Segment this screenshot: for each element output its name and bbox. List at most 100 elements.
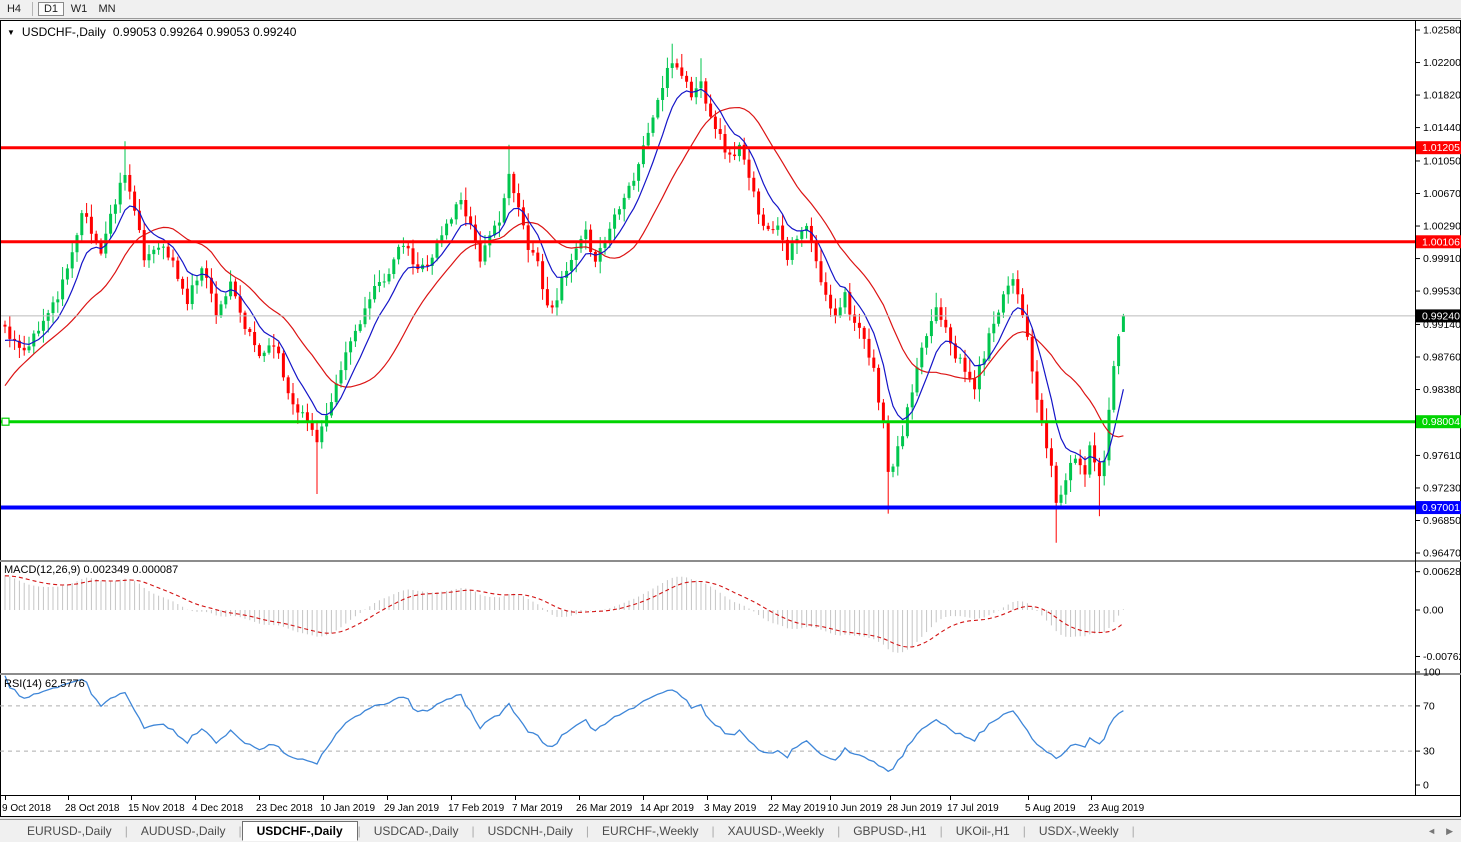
candle-body: [628, 186, 631, 198]
candle-body: [752, 178, 755, 192]
chart-canvas[interactable]: 1.025801.022001.018201.014401.010501.006…: [0, 0, 1461, 818]
tab-scroll-right-icon[interactable]: ▶: [1446, 826, 1453, 837]
candle-body: [152, 250, 155, 254]
candle-body: [253, 332, 256, 345]
candle-body: [1122, 316, 1125, 332]
candle-body: [460, 200, 463, 204]
date-tick-label: 15 Nov 2018: [128, 803, 185, 814]
candle-body: [42, 321, 45, 331]
timeframe-button-d1[interactable]: D1: [38, 2, 64, 16]
tab-xauusd-weekly[interactable]: XAUUSD-,Weekly: [715, 822, 837, 840]
candle-body: [498, 223, 501, 226]
candle-body: [815, 242, 818, 261]
tab-audusd-daily[interactable]: AUDUSD-,Daily: [128, 822, 239, 840]
tab-gbpusd-h1[interactable]: GBPUSD-,H1: [840, 822, 939, 840]
candle-body: [1050, 448, 1053, 465]
candle-body: [992, 324, 995, 333]
date-tick-label: 10 Jan 2019: [320, 803, 375, 814]
candle-body: [824, 282, 827, 295]
candle-body: [676, 63, 679, 67]
candle-body: [772, 229, 775, 230]
price-tick-label: 0.97230: [1423, 482, 1461, 494]
candle-body: [594, 252, 597, 262]
candle-body: [964, 358, 967, 372]
candle-body: [820, 261, 823, 282]
candle-body: [392, 259, 395, 274]
chart-window-border: [1, 21, 1461, 817]
date-tick-label: 23 Aug 2019: [1088, 803, 1145, 814]
candle-body: [1016, 279, 1019, 294]
candle-body: [719, 129, 722, 134]
candle-body: [124, 175, 127, 183]
candle-body: [882, 403, 885, 422]
candle-body: [892, 467, 895, 472]
tab-scroll-left-icon[interactable]: ◄: [1427, 826, 1436, 836]
candle-body: [637, 164, 640, 181]
candle-body: [368, 299, 371, 308]
candle-body: [690, 82, 693, 98]
level-selection-handle[interactable]: [2, 418, 9, 425]
chart-dropdown-icon[interactable]: ▼: [7, 28, 15, 37]
candle-body: [196, 281, 199, 286]
candle-body: [1064, 480, 1067, 494]
candle-body: [349, 341, 352, 352]
candle-body: [911, 392, 914, 407]
timeframe-button-h4[interactable]: H4: [1, 2, 27, 16]
tab-usdx-weekly[interactable]: USDX-,Weekly: [1026, 822, 1132, 840]
candle-body: [479, 243, 482, 262]
candle-body: [1074, 459, 1077, 463]
candle-body: [23, 348, 26, 350]
candle-body: [378, 282, 381, 286]
candle-body: [445, 224, 448, 236]
candle-body: [416, 264, 419, 269]
candle-body: [1117, 336, 1120, 366]
candle-body: [1098, 462, 1101, 476]
price-tick-label: 0.96470: [1423, 548, 1461, 560]
tab-usdcad-daily[interactable]: USDCAD-,Daily: [361, 822, 472, 840]
candle-body: [858, 323, 861, 328]
candle-body: [978, 365, 981, 390]
candle-body: [402, 246, 405, 247]
timeframe-button-mn[interactable]: MN: [94, 2, 120, 16]
candle-body: [872, 358, 875, 368]
date-tick-label: 7 Mar 2019: [512, 803, 563, 814]
tab-usdcnh-daily[interactable]: USDCNH-,Daily: [475, 822, 586, 840]
chart-tabs: EURUSD-,Daily|AUDUSD-,Daily|USDCHF-,Dail…: [0, 820, 1427, 842]
candle-body: [450, 219, 453, 223]
candle-body: [829, 295, 832, 309]
candle-body: [724, 134, 727, 152]
candle-body: [1093, 445, 1096, 462]
date-tick-label: 28 Oct 2018: [65, 803, 120, 814]
candle-body: [186, 289, 189, 304]
candle-body: [575, 249, 578, 260]
tab-eurusd-daily[interactable]: EURUSD-,Daily: [14, 822, 125, 840]
candle-body: [455, 204, 458, 219]
candle-body: [1002, 294, 1005, 312]
candle-body: [532, 250, 535, 253]
candle-body: [503, 198, 506, 222]
candle-body: [935, 307, 938, 321]
tab-eurchf-weekly[interactable]: EURCHF-,Weekly: [589, 822, 711, 840]
candle-body: [1060, 495, 1063, 503]
candle-body: [181, 279, 184, 289]
date-tick-label: 17 Jul 2019: [947, 803, 999, 814]
candle-body: [556, 300, 559, 307]
tab-usdchf-daily[interactable]: USDCHF-,Daily: [242, 821, 358, 841]
price-tick-label: 0.98380: [1423, 384, 1461, 396]
candle-body: [239, 296, 242, 312]
candle-body: [344, 352, 347, 370]
candle-body: [839, 307, 842, 316]
candle-body: [128, 175, 131, 192]
candle-body: [695, 88, 698, 97]
tab-scroll-arrows: ◄ ▶: [1427, 826, 1461, 837]
candle-body: [997, 313, 1000, 324]
price-badge-label: 0.99240: [1422, 310, 1460, 322]
tab-ukoil-h1[interactable]: UKOil-,H1: [943, 822, 1023, 840]
candle-body: [373, 286, 376, 299]
candle-body: [287, 377, 290, 393]
candle-body: [119, 183, 122, 205]
timeframe-button-w1[interactable]: W1: [66, 2, 92, 16]
candle-body: [863, 328, 866, 339]
candle-body: [4, 325, 7, 327]
candle-body: [877, 368, 880, 403]
